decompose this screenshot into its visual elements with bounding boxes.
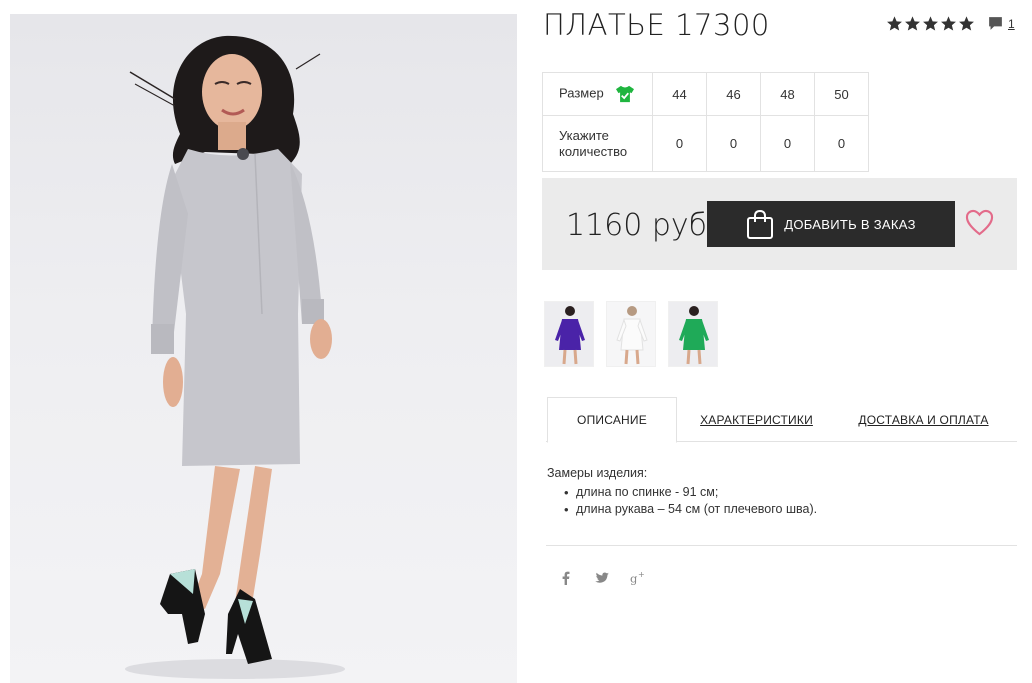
product-tabs: ОПИСАНИЕ ХАРАКТЕРИСТИКИ ДОСТАВКА И ОПЛАТ…	[546, 397, 1017, 443]
thumb-purple[interactable]	[544, 301, 594, 367]
shopping-bag-icon	[747, 209, 774, 239]
price: 1160 руб	[566, 208, 708, 243]
google-plus-icon[interactable]: g +	[630, 570, 646, 586]
product-photo[interactable]	[10, 14, 517, 683]
star-icon[interactable]	[886, 15, 903, 32]
svg-text:g: g	[630, 571, 638, 585]
tab-characteristics[interactable]: ХАРАКТЕРИСТИКИ	[693, 397, 820, 442]
speech-bubble-icon	[989, 17, 1002, 30]
add-to-order-label: ДОБАВИТЬ В ЗАКАЗ	[784, 216, 916, 232]
list-item: длина рукава – 54 см (от плечевого шва).	[564, 501, 817, 518]
comments-link[interactable]: 1	[987, 15, 1015, 32]
green-dress-thumbnail	[669, 302, 717, 366]
quantity-input[interactable]: 0	[760, 115, 815, 172]
svg-text:+: +	[638, 570, 645, 579]
tshirt-check-icon	[616, 85, 635, 103]
size-option: 50	[814, 72, 869, 116]
size-option: 44	[652, 72, 707, 116]
product-title: ПЛАТЬЕ 17300	[543, 8, 770, 42]
quantity-label: Укажите количество	[542, 115, 653, 172]
star-icon[interactable]	[958, 15, 975, 32]
quantity-input[interactable]: 0	[814, 115, 869, 172]
thumb-white[interactable]	[606, 301, 656, 367]
tab-delivery-payment[interactable]: ДОСТАВКА И ОПЛАТА	[851, 397, 996, 442]
size-label-cell: Размер	[542, 72, 653, 116]
model-illustration	[125, 35, 345, 679]
comment-count[interactable]: 1	[1008, 17, 1015, 31]
social-share: g +	[558, 570, 666, 586]
tab-description[interactable]: ОПИСАНИЕ	[547, 397, 677, 443]
quantity-input[interactable]: 0	[652, 115, 707, 172]
list-item: длина по спинке - 91 см;	[564, 484, 817, 501]
description-panel: Замеры изделия: длина по спинке - 91 см;…	[547, 465, 817, 518]
divider	[546, 545, 1017, 546]
facebook-icon[interactable]	[558, 570, 574, 586]
star-icon[interactable]	[940, 15, 957, 32]
size-table: Размер 44 46 48 50 Укажите количество 0 …	[542, 72, 869, 172]
size-option: 48	[760, 72, 815, 116]
heart-icon[interactable]	[965, 209, 994, 236]
star-icon[interactable]	[904, 15, 921, 32]
buy-panel: 1160 руб ДОБАВИТЬ В ЗАКАЗ	[542, 178, 1017, 270]
thumb-green[interactable]	[668, 301, 718, 367]
size-label: Размер	[559, 85, 604, 101]
rating: 1	[886, 15, 1015, 32]
measurements-list: длина по спинке - 91 см; длина рукава – …	[547, 484, 817, 518]
purple-dress-thumbnail	[545, 302, 593, 366]
white-dress-thumbnail	[607, 302, 655, 366]
size-option: 46	[706, 72, 761, 116]
add-to-order-button[interactable]: ДОБАВИТЬ В ЗАКАЗ	[707, 201, 955, 247]
twitter-icon[interactable]	[594, 570, 610, 586]
color-variants	[544, 301, 730, 367]
star-icon[interactable]	[922, 15, 939, 32]
description-heading: Замеры изделия:	[547, 466, 648, 480]
quantity-input[interactable]: 0	[706, 115, 761, 172]
